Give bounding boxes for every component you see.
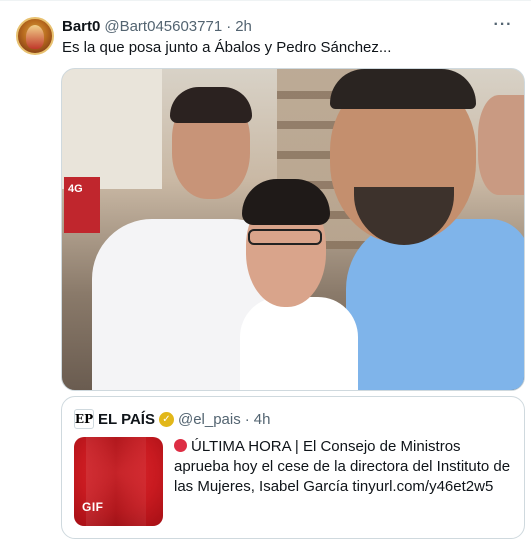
person-center-body [240, 297, 358, 390]
avatar[interactable] [16, 17, 54, 55]
el-pais-logo-icon[interactable]: EP [74, 409, 94, 429]
tweet-header: Bart0 @Bart045603771 · 2h [62, 18, 252, 35]
person-center-glasses [248, 229, 322, 245]
tweet-photo[interactable]: 4G [61, 68, 525, 391]
person-right-edge [478, 95, 524, 195]
tweet[interactable]: Bart0 @Bart045603771 · 2h ··· Es la que … [0, 0, 531, 540]
more-icon[interactable]: ··· [491, 13, 515, 37]
store-sign: 4G [64, 177, 100, 233]
gif-badge: GIF [82, 500, 104, 514]
verified-icon: ✓ [158, 411, 174, 427]
separator-dot: · [226, 18, 232, 35]
quoted-gif-thumbnail[interactable]: GIF [74, 437, 163, 526]
quoted-tweet[interactable]: EP EL PAÍS ✓ @el_pais · 4h GIF ÚLTIMA HO… [61, 396, 525, 539]
tweet-text: Es la que posa junto a Ábalos y Pedro Sá… [62, 39, 392, 56]
quoted-text-block: ÚLTIMA HORA | El Consejo de Ministros ap… [174, 437, 514, 497]
quoted-text: ÚLTIMA HORA | El Consejo de Ministros ap… [174, 438, 511, 495]
quoted-separator-dot: · [244, 410, 250, 428]
quoted-display-name[interactable]: EL PAÍS [98, 411, 155, 428]
red-circle-icon [174, 439, 187, 452]
avatar-figure [26, 25, 44, 49]
quoted-timestamp[interactable]: 4h [254, 411, 271, 428]
person-center-hair [242, 179, 330, 225]
quoted-header: EP EL PAÍS ✓ @el_pais · 4h [74, 409, 270, 429]
timestamp[interactable]: 2h [235, 18, 252, 35]
person-right-hair [330, 69, 476, 109]
person-right-body [346, 219, 524, 390]
background-building [62, 69, 162, 189]
quoted-handle[interactable]: @el_pais [178, 411, 241, 428]
display-name[interactable]: Bart0 [62, 18, 100, 35]
person-left-hair [170, 87, 252, 123]
user-handle[interactable]: @Bart045603771 [104, 18, 222, 35]
